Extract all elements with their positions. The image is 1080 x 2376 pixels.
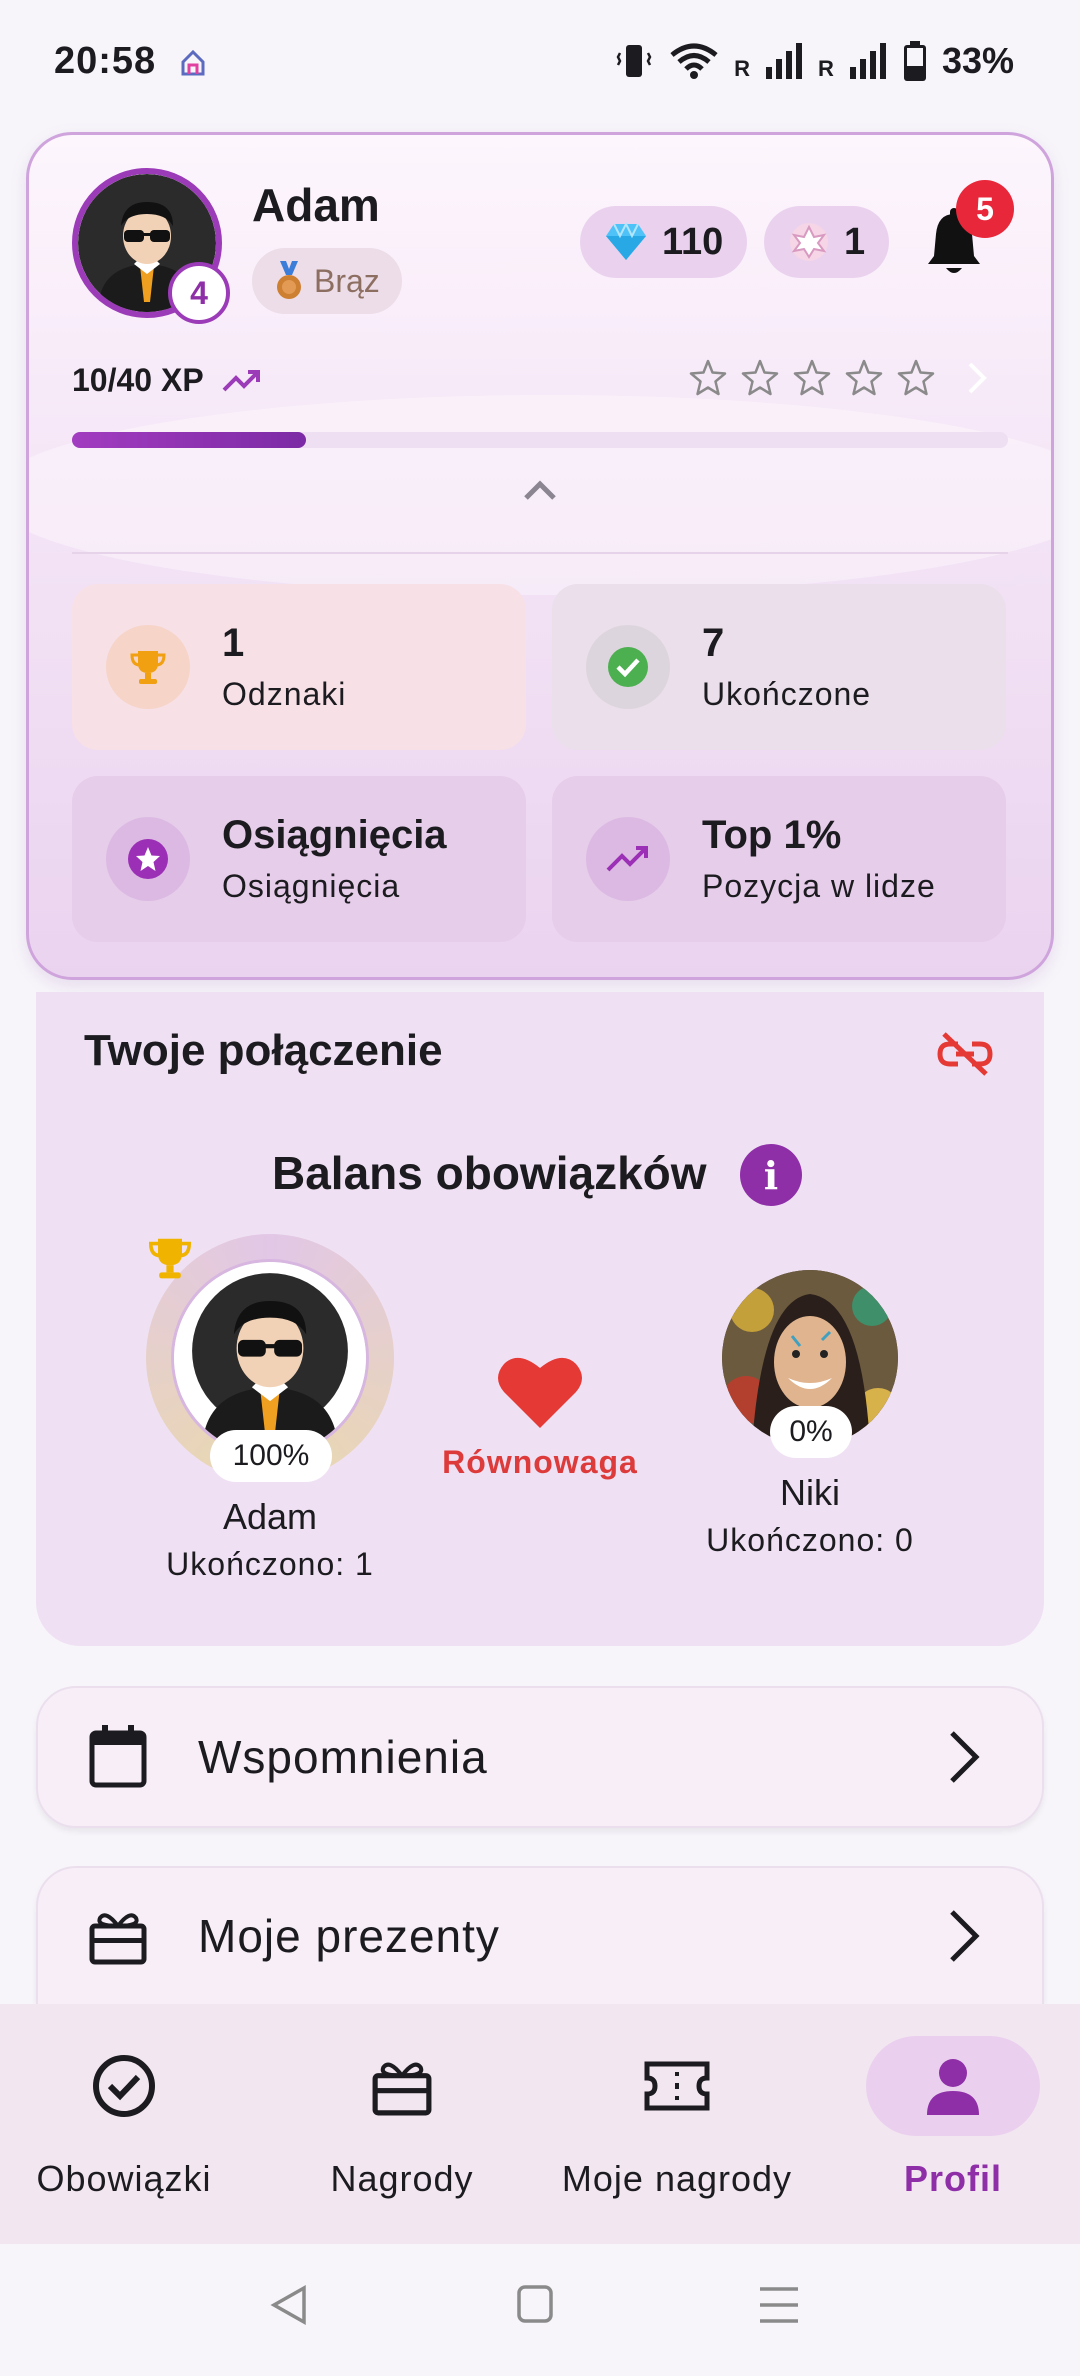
stat-label: Pozycja w lidze xyxy=(702,868,936,904)
menu-item-memories[interactable]: Wspomnienia xyxy=(36,1686,1044,1828)
vibrate-icon xyxy=(616,45,652,77)
balance-status: Równowaga xyxy=(442,1444,638,1480)
info-icon[interactable]: i xyxy=(740,1144,802,1206)
menu-item-label: Moje prezenty xyxy=(198,1910,500,1962)
gems-count: 110 xyxy=(662,220,724,263)
chevron-up-icon[interactable] xyxy=(520,478,560,509)
status-bar: 20:58 R R 33% xyxy=(0,0,1080,130)
stat-tile-completed[interactable]: 7 Ukończone xyxy=(552,584,1006,750)
gems-counter[interactable]: 110 xyxy=(580,206,748,278)
stat-tile-achievements[interactable]: Osiągnięcia Osiągnięcia xyxy=(72,776,526,942)
battery-percent: 33% xyxy=(941,40,1014,81)
partner-percent-badge: 0% xyxy=(770,1406,852,1458)
person-icon xyxy=(866,2036,1040,2136)
nav-item-rewards[interactable]: Nagrody xyxy=(267,2030,537,2230)
nav-label: Profil xyxy=(903,2158,1002,2199)
star-badge-icon xyxy=(106,817,190,901)
stat-value: Osiągnięcia xyxy=(222,813,447,857)
gift-icon xyxy=(89,1913,147,1965)
trophy-icon xyxy=(146,1234,194,1287)
rating-stars xyxy=(688,358,936,398)
me-percent-badge: 100% xyxy=(210,1430,332,1482)
xp-progress-bar xyxy=(72,432,1008,448)
check-circle-icon xyxy=(586,625,670,709)
home-icon[interactable] xyxy=(516,2284,554,2324)
back-icon[interactable] xyxy=(268,2284,308,2326)
diamond-icon xyxy=(606,222,646,260)
nav-label: Obowiązki xyxy=(36,2158,212,2199)
me-name: Adam xyxy=(222,1496,318,1537)
xp-progress-fill xyxy=(72,432,306,448)
partner-name: Niki xyxy=(780,1472,840,1513)
unlink-icon[interactable] xyxy=(936,1030,994,1083)
signal-icon-1 xyxy=(766,43,803,79)
heart-icon xyxy=(496,1350,584,1435)
stat-value: 1 xyxy=(222,621,245,665)
xp-counter: 10/40 XP xyxy=(72,362,262,399)
calendar-icon xyxy=(89,1725,147,1788)
status-icons: R R 33% xyxy=(614,40,1014,82)
recents-icon[interactable] xyxy=(758,2286,800,2324)
chevron-right-icon xyxy=(950,1910,980,1962)
stat-label: Osiągnięcia xyxy=(222,868,401,904)
balance-title: Balans obowiązków xyxy=(272,1147,707,1199)
me-completed: Ukończono: 1 xyxy=(166,1546,374,1582)
gift-icon xyxy=(315,2036,489,2136)
xp-label: 10/40 XP xyxy=(72,362,204,398)
connection-title: Twoje połączenie xyxy=(84,1026,443,1075)
stat-label: Odznaki xyxy=(222,676,347,712)
system-navigation-bar xyxy=(0,2244,1080,2376)
chevron-right-icon xyxy=(950,1731,980,1783)
signal-label-2: R xyxy=(818,56,834,81)
star-icon xyxy=(897,359,935,396)
stat-label: Ukończone xyxy=(702,676,872,712)
partner-completed: Ukończono: 0 xyxy=(706,1522,914,1558)
divider xyxy=(72,552,1008,554)
battery-icon xyxy=(903,41,926,81)
ticket-icon xyxy=(590,2036,764,2136)
signal-label-1: R xyxy=(734,56,751,81)
menu-item-label: Wspomnienia xyxy=(198,1731,488,1783)
avatar-image xyxy=(174,1262,366,1454)
user-name: Adam xyxy=(252,179,380,231)
trending-up-icon xyxy=(222,369,260,391)
stat-tile-badges[interactable]: 1 Odznaki xyxy=(72,584,526,750)
star-icon xyxy=(845,359,883,396)
app-notification-icon xyxy=(180,48,206,81)
star-icon xyxy=(689,359,727,396)
check-circle-icon xyxy=(37,2036,211,2136)
trending-up-icon xyxy=(586,817,670,901)
trophy-icon xyxy=(106,625,190,709)
menu-item-gifts[interactable]: Moje prezenty xyxy=(36,1866,1044,2004)
nav-item-chores[interactable]: Obowiązki xyxy=(0,2030,259,2230)
stat-value: 7 xyxy=(702,621,725,665)
tokens-count: 1 xyxy=(844,220,866,263)
medal-icon xyxy=(277,261,301,299)
chevron-right-icon[interactable] xyxy=(966,360,988,406)
star-icon xyxy=(793,359,831,396)
stat-value: Top 1% xyxy=(702,813,842,857)
flower-token-icon xyxy=(790,223,828,261)
nav-label: Moje nagrody xyxy=(561,2158,793,2199)
status-time: 20:58 xyxy=(54,40,157,82)
me-avatar xyxy=(171,1259,369,1457)
star-icon xyxy=(741,359,779,396)
level-badge: 4 xyxy=(168,262,230,324)
rank-label: Brąz xyxy=(314,262,380,299)
nav-item-my-rewards[interactable]: Moje nagrody xyxy=(542,2030,812,2230)
wifi-icon xyxy=(670,43,718,79)
tokens-counter[interactable]: 1 xyxy=(764,206,890,278)
nav-item-profile[interactable]: Profil xyxy=(818,2030,1080,2230)
nav-label: Nagrody xyxy=(330,2158,474,2199)
stat-tile-league[interactable]: Top 1% Pozycja w lidze xyxy=(552,776,1006,942)
notifications-badge: 5 xyxy=(956,180,1014,238)
signal-icon-2 xyxy=(849,43,886,79)
rank-badge[interactable]: Brąz xyxy=(252,248,402,314)
